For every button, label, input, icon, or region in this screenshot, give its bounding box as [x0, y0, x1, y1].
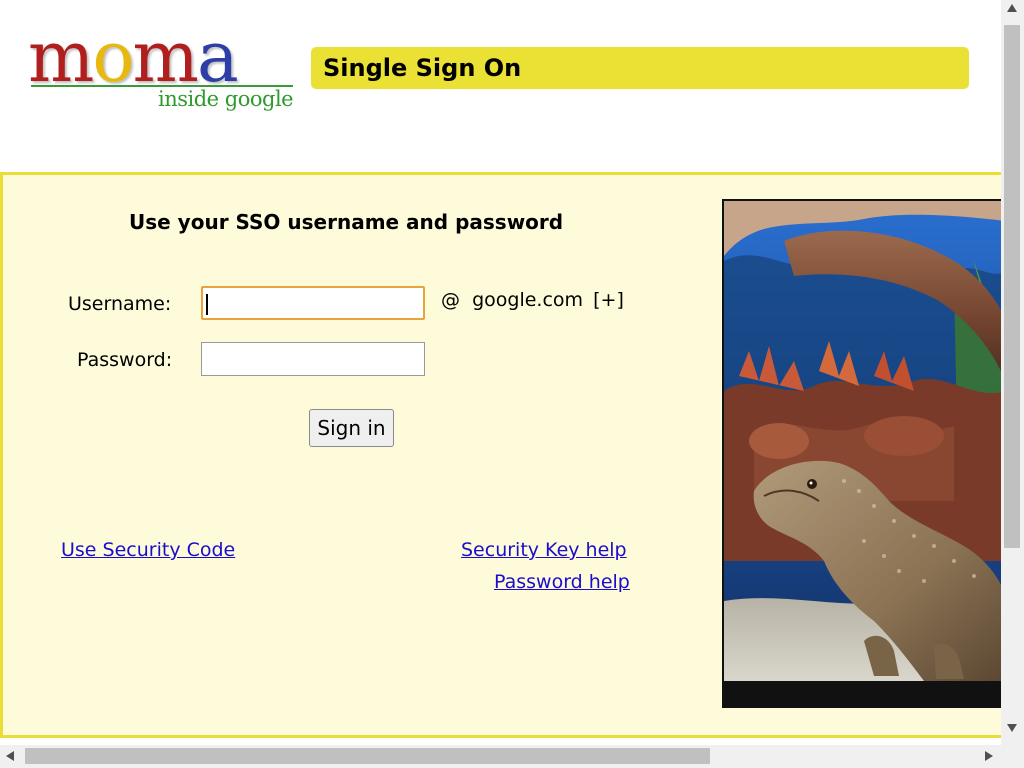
moma-logo[interactable]: moma inside google [28, 22, 298, 122]
lizard-photo [722, 199, 1001, 708]
login-heading: Use your SSO username and password [129, 210, 564, 234]
domain-at-sign: @ [441, 289, 460, 311]
security-key-help-link[interactable]: Security Key help [461, 539, 627, 561]
scroll-down-arrow-icon[interactable] [1007, 724, 1017, 732]
username-input[interactable] [201, 286, 425, 320]
domain-expand-toggle[interactable]: [+] [593, 289, 624, 311]
sign-in-button[interactable]: Sign in [309, 409, 394, 447]
logo-tagline: inside google [158, 87, 294, 111]
lizard-photo-illustration [724, 201, 1001, 706]
password-input[interactable] [201, 342, 425, 376]
horizontal-scrollbar[interactable] [0, 745, 1001, 768]
page-title: Single Sign On [323, 54, 522, 82]
scroll-left-arrow-icon[interactable] [6, 751, 14, 761]
domain-name: google.com [472, 289, 584, 311]
password-help-link[interactable]: Password help [494, 571, 630, 593]
vertical-scroll-thumb[interactable] [1004, 25, 1020, 548]
username-label: Username: [68, 293, 172, 315]
scroll-up-arrow-icon[interactable] [1007, 4, 1017, 12]
page-viewport: moma inside google Single Sign On Use yo… [0, 0, 1001, 745]
scrollbar-corner [1001, 745, 1024, 768]
title-bar: Single Sign On [311, 47, 969, 89]
logo-wordmark: moma [28, 22, 239, 92]
vertical-scrollbar[interactable] [1001, 0, 1024, 745]
login-panel: Use your SSO username and password Usern… [0, 172, 1001, 738]
domain-suffix: @ google.com [+] [441, 289, 624, 311]
horizontal-scroll-thumb[interactable] [25, 748, 710, 764]
scroll-right-arrow-icon[interactable] [985, 751, 993, 761]
text-cursor [206, 294, 208, 315]
password-label: Password: [77, 349, 173, 371]
use-security-code-link[interactable]: Use Security Code [61, 539, 235, 561]
